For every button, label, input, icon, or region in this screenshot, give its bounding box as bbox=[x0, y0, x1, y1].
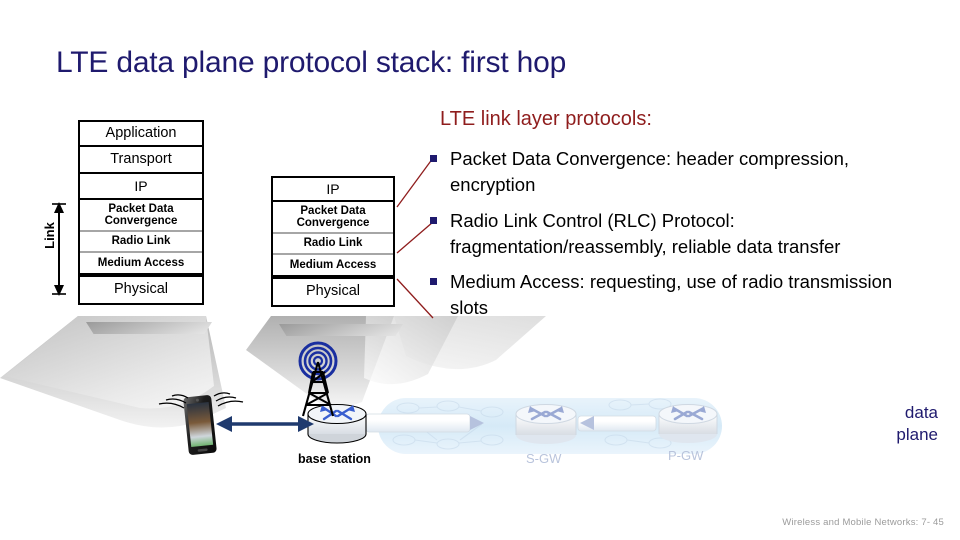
stack-link-group: Packet Data Convergence Radio Link Mediu… bbox=[78, 200, 204, 275]
list-item: Radio Link Control (RLC) Protocol: fragm… bbox=[430, 208, 930, 261]
bs-stack-sublayer-mac: Medium Access bbox=[273, 253, 393, 275]
bs-stack-sublayer-rlc: Radio Link bbox=[273, 232, 393, 253]
base-station-stack-shadow bbox=[279, 324, 403, 336]
bs-stack-layer-physical: Physical bbox=[271, 277, 395, 307]
base-station-label: base station bbox=[298, 452, 371, 466]
list-item: Medium Access: requesting, use of radio … bbox=[430, 269, 930, 322]
bs-stack-layer-ip: IP bbox=[271, 176, 395, 202]
stack-sublayer-pdcp: Packet Data Convergence bbox=[104, 202, 178, 227]
stack-layer-ip: IP bbox=[78, 174, 204, 200]
stack-layer-transport: Transport bbox=[78, 147, 204, 174]
data-plane-line-2: plane bbox=[896, 424, 938, 444]
bs-stack-link-group: Packet Data Convergence Radio Link Mediu… bbox=[271, 202, 395, 277]
device-protocol-stack: Application Transport IP Packet Data Con… bbox=[78, 120, 204, 305]
bullet-square-icon bbox=[430, 155, 437, 162]
device-stack-shadow bbox=[86, 322, 212, 334]
stack-sublayer-rlc: Radio Link bbox=[80, 230, 202, 251]
bs-stack-sublayer-pdcp: Packet Data Convergence bbox=[296, 204, 370, 229]
bullet-square-icon bbox=[430, 216, 437, 224]
protocol-bullet-list: Packet Data Convergence: header compress… bbox=[430, 146, 930, 331]
data-plane-line-1: data bbox=[904, 403, 938, 422]
bullet-text-rlc: Radio Link Control (RLC) Protocol: fragm… bbox=[450, 209, 841, 257]
bullet-square-icon bbox=[430, 278, 437, 286]
link-bracket-arrow bbox=[52, 202, 66, 296]
data-plane-label: data plane bbox=[896, 402, 938, 446]
list-item: Packet Data Convergence: header compress… bbox=[430, 146, 930, 199]
bullet-text-pdcp: Packet Data Convergence: header compress… bbox=[450, 148, 849, 196]
base-station-protocol-stack: IP Packet Data Convergence Radio Link Me… bbox=[271, 176, 395, 307]
lte-link-layer-heading: LTE link layer protocols: bbox=[440, 108, 652, 130]
page-title: LTE data plane protocol stack: first hop bbox=[56, 46, 567, 79]
slide-footer: Wireless and Mobile Networks: 7- 45 bbox=[782, 517, 944, 528]
stack-sublayer-mac: Medium Access bbox=[80, 251, 202, 273]
slide-canvas: LTE data plane protocol stack: first hop bbox=[0, 0, 960, 540]
stack-layer-physical: Physical bbox=[78, 275, 204, 305]
sgw-label: S-GW bbox=[526, 451, 562, 466]
pgw-label: P-GW bbox=[668, 448, 704, 463]
link-bracket-label: Link bbox=[41, 222, 57, 249]
stack-layer-application: Application bbox=[78, 120, 204, 147]
bullet-text-mac: Medium Access: requesting, use of radio … bbox=[450, 271, 893, 319]
